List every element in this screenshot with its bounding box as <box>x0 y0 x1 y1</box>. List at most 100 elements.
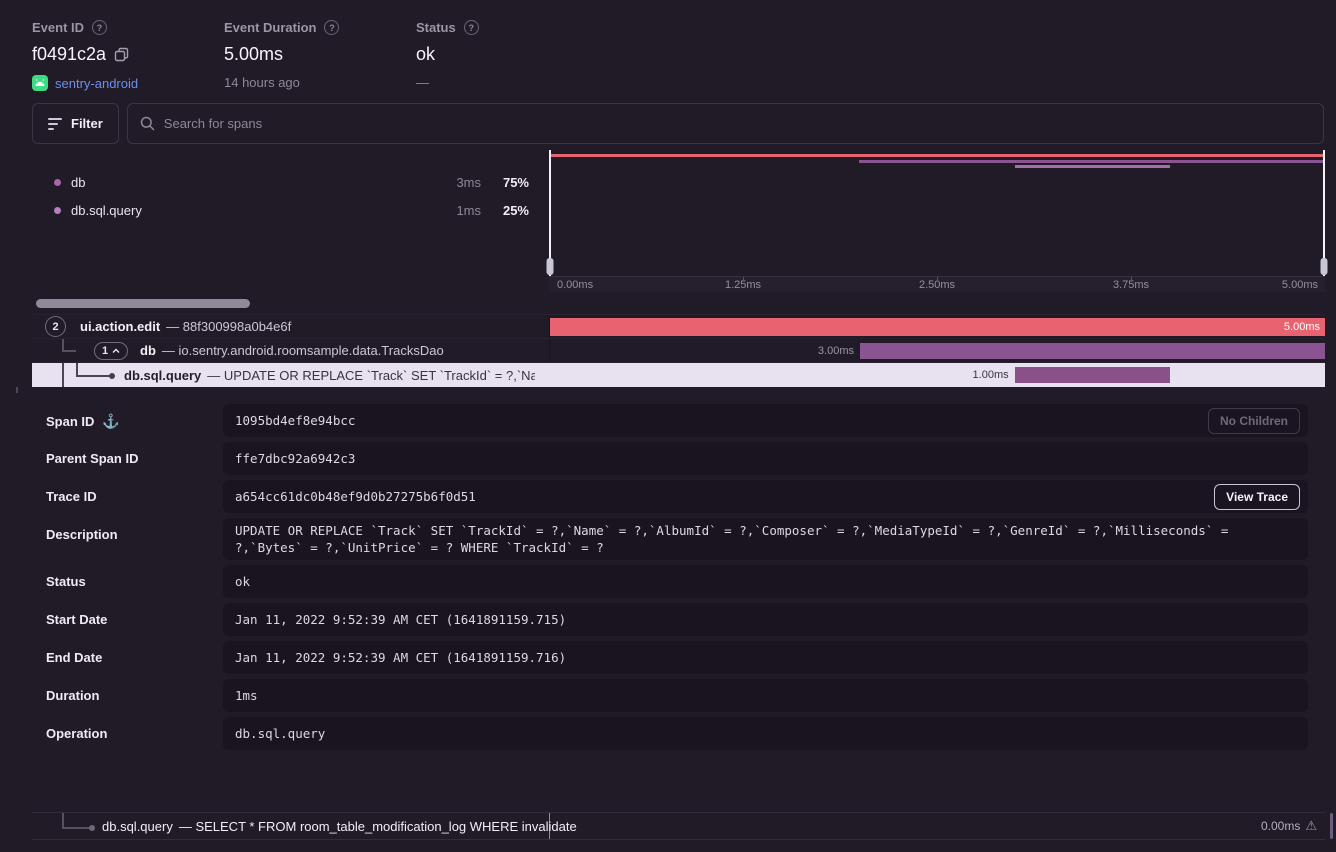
detail-label: Start Date <box>46 612 107 627</box>
detail-row-start-date: Start Date Jan 11, 2022 9:52:39 AM CET (… <box>46 603 1308 636</box>
event-id-value: f0491c2a <box>32 44 106 65</box>
detail-value-field[interactable]: Jan 11, 2022 9:52:39 AM CET (1641891159.… <box>223 603 1308 636</box>
span-duration-bar[interactable] <box>550 318 1325 336</box>
span-op: ui.action.edit <box>80 319 160 334</box>
detail-label: Span ID <box>46 414 94 429</box>
minimap-span-line <box>859 160 1325 163</box>
span-search-box[interactable] <box>127 103 1324 144</box>
axis-tick-label: 3.75ms <box>1113 279 1149 291</box>
span-op: db <box>140 343 156 358</box>
event-header: Event ID ? f0491c2a sentry-android Event… <box>0 0 1336 91</box>
span-description: — SELECT * FROM room_table_modification_… <box>179 819 577 834</box>
parent-span-id-value: ffe7dbc92a6942c3 <box>235 450 355 467</box>
detail-label: End Date <box>46 650 102 665</box>
copy-icon[interactable] <box>114 47 129 62</box>
detail-value-field[interactable]: 1095bd4ef8e94bcc No Children <box>223 404 1308 437</box>
project-link[interactable]: sentry-android <box>55 76 138 91</box>
span-description: — 88f300998a0b4e6f <box>166 319 291 334</box>
minimap-span-line <box>549 154 1325 157</box>
event-id-label-row: Event ID ? <box>32 20 224 35</box>
op-duration: 3ms <box>421 175 481 190</box>
children-count-badge-expanded[interactable]: 1 <box>94 342 128 360</box>
detail-value-field[interactable]: UPDATE OR REPLACE `Track` SET `TrackId` … <box>223 518 1308 560</box>
span-duration-bar[interactable] <box>860 343 1325 359</box>
drag-grip[interactable] <box>547 258 554 275</box>
axis-tick-label: 5.00ms <box>1282 279 1318 291</box>
op-name: db <box>71 175 85 190</box>
help-icon[interactable]: ? <box>92 20 107 35</box>
span-duration-label: 5.00ms <box>1284 315 1320 338</box>
detail-value-field[interactable]: db.sql.query <box>223 717 1308 750</box>
spans-toolbar: Filter <box>32 103 1324 144</box>
span-details-panel: Span ID ⚓ 1095bd4ef8e94bcc No Children P… <box>0 387 1336 750</box>
detail-label: Trace ID <box>46 489 97 504</box>
detail-value-field[interactable]: Jan 11, 2022 9:52:39 AM CET (1641891159.… <box>223 641 1308 674</box>
detail-label: Duration <box>46 688 99 703</box>
operation-value: db.sql.query <box>235 725 325 742</box>
ops-breakdown-panel: db 3ms 75% db.sql.query 1ms 25% <box>32 150 549 292</box>
filter-button-label: Filter <box>71 116 103 131</box>
detail-label: Status <box>46 574 86 589</box>
trace-section: db 3ms 75% db.sql.query 1ms 25% <box>32 150 1325 387</box>
axis-tick-label: 1.25ms <box>725 279 761 291</box>
horizontal-scroll-strip <box>32 292 1325 315</box>
span-duration-label: 1.00ms <box>973 363 1009 387</box>
search-input[interactable] <box>164 116 1311 131</box>
span-op: db.sql.query <box>102 819 173 834</box>
status-value-field: ok <box>235 573 250 590</box>
anchor-icon[interactable]: ⚓ <box>102 413 119 430</box>
children-count-badge[interactable]: 2 <box>45 316 66 337</box>
op-duration: 1ms <box>421 203 481 218</box>
span-row-db-sql-query-selected[interactable]: db.sql.query — UPDATE OR REPLACE `Track`… <box>32 363 1325 387</box>
minimap-span-line <box>1015 165 1170 168</box>
status-value: ok <box>416 44 435 65</box>
help-icon[interactable]: ? <box>324 20 339 35</box>
span-duration-bar[interactable] <box>1015 367 1170 383</box>
minimap-right-handle[interactable] <box>1323 150 1325 276</box>
span-duration-label: 3.00ms <box>818 339 854 362</box>
event-id-block: Event ID ? f0491c2a sentry-android <box>32 20 224 91</box>
status-block: Status ? ok — <box>416 20 616 91</box>
span-description: — UPDATE OR REPLACE `Track` SET `TrackId… <box>207 368 535 383</box>
span-row-ui-action-edit[interactable]: 2 ui.action.edit — 88f300998a0b4e6f 5.00… <box>32 315 1325 339</box>
ops-breakdown-row-db[interactable]: db 3ms 75% <box>32 168 549 196</box>
detail-row-span-id: Span ID ⚓ 1095bd4ef8e94bcc No Children <box>46 404 1308 437</box>
filter-button[interactable]: Filter <box>32 103 119 144</box>
start-date-value: Jan 11, 2022 9:52:39 AM CET (1641891159.… <box>235 611 566 628</box>
detail-label: Operation <box>46 726 107 741</box>
event-age: 14 hours ago <box>224 75 300 90</box>
view-trace-button[interactable]: View Trace <box>1214 484 1300 510</box>
op-name: db.sql.query <box>71 203 142 218</box>
detail-value-field[interactable]: ok <box>223 565 1308 598</box>
span-description: — io.sentry.android.roomsample.data.Trac… <box>162 343 444 358</box>
detail-value-field[interactable]: a654cc61dc0b48ef9d0b27275b6f0d51 View Tr… <box>223 480 1308 513</box>
op-percentage: 75% <box>481 175 529 190</box>
axis-tick-label: 2.50ms <box>919 279 955 291</box>
op-color-dot <box>54 179 61 186</box>
horizontal-scrollbar[interactable] <box>36 299 250 308</box>
search-icon <box>140 116 155 131</box>
chevron-up-icon <box>112 348 120 354</box>
filter-icon <box>48 118 62 130</box>
duration-value: 1ms <box>235 687 258 704</box>
drag-grip[interactable] <box>1321 258 1328 275</box>
span-row-db-sql-query-select[interactable]: db.sql.query — SELECT * FROM room_table_… <box>32 812 1325 840</box>
op-color-dot <box>54 207 61 214</box>
axis-tick-label: 0.00ms <box>557 279 593 291</box>
span-duration-label: 0.00ms <box>1261 819 1300 833</box>
android-icon <box>32 75 48 91</box>
minimap-canvas[interactable] <box>549 150 1325 276</box>
detail-value-field[interactable]: 1ms <box>223 679 1308 712</box>
event-duration-value: 5.00ms <box>224 44 283 65</box>
ops-breakdown-row-db-sql-query[interactable]: db.sql.query 1ms 25% <box>32 196 549 224</box>
detail-label: Description <box>46 527 118 542</box>
detail-row-duration: Duration 1ms <box>46 679 1308 712</box>
minimap-left-handle[interactable] <box>549 150 551 276</box>
status-label: Status <box>416 20 456 35</box>
detail-value-field[interactable]: ffe7dbc92a6942c3 <box>223 442 1308 475</box>
vertical-scrollbar[interactable] <box>1330 813 1333 839</box>
span-id-value: 1095bd4ef8e94bcc <box>235 412 465 429</box>
span-row-db[interactable]: 1 db — io.sentry.android.roomsample.data… <box>32 339 1325 363</box>
event-duration-block: Event Duration ? 5.00ms 14 hours ago <box>224 20 416 91</box>
help-icon[interactable]: ? <box>464 20 479 35</box>
